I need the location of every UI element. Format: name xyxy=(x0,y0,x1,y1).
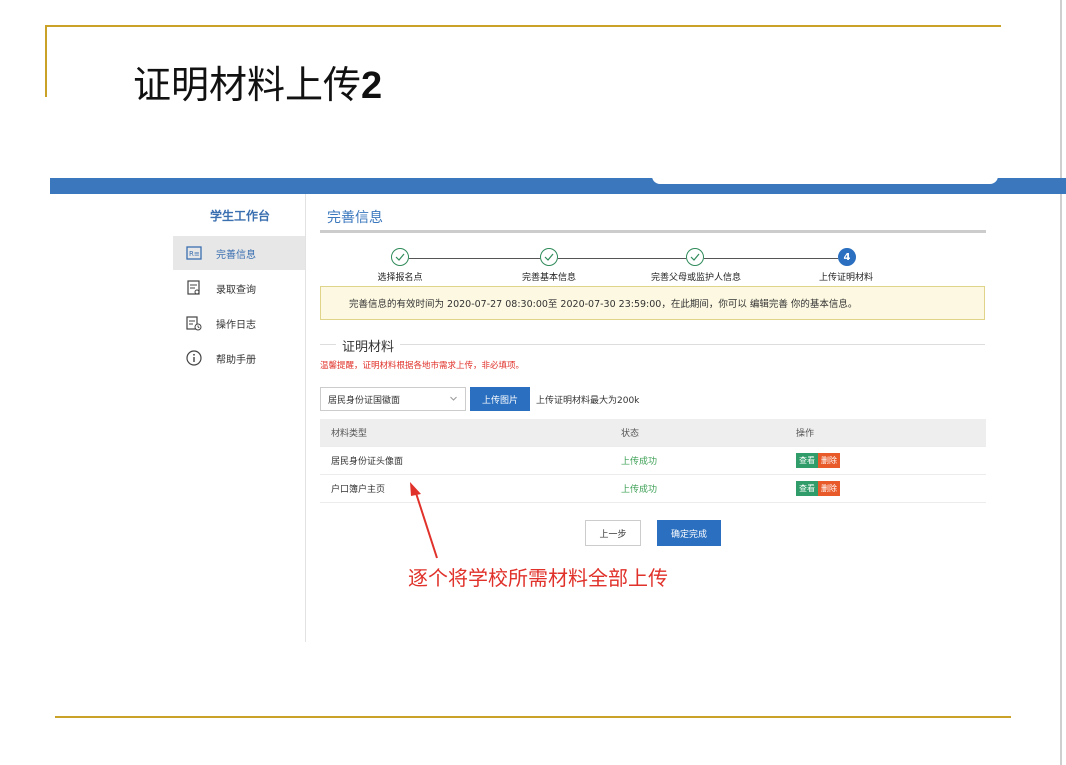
title-underline xyxy=(320,230,986,233)
material-type-select[interactable]: 居民身份证国徽面 xyxy=(320,387,466,411)
section-rule-right xyxy=(400,344,985,345)
top-bar-search-box[interactable] xyxy=(652,170,998,184)
delete-button[interactable]: 删除 xyxy=(818,481,840,496)
delete-button[interactable]: 删除 xyxy=(818,453,840,468)
cell-status: 上传成功 xyxy=(621,457,658,467)
cell-material-type: 居民身份证头像面 xyxy=(331,457,404,467)
sidebar-title: 学生工作台 xyxy=(210,209,271,223)
sidebar-divider xyxy=(305,194,306,642)
step-3-check-icon xyxy=(686,248,704,266)
step-2-check-icon xyxy=(540,248,558,266)
chevron-down-icon xyxy=(450,395,457,402)
sidebar-item-help-manual[interactable]: 帮助手册 xyxy=(173,341,305,375)
step-connector xyxy=(558,258,686,259)
info-circle-icon xyxy=(186,350,202,366)
step-connector xyxy=(409,258,540,259)
page-title: 完善信息 xyxy=(327,210,383,226)
section-title: 证明材料 xyxy=(342,340,395,355)
step-label-1: 选择报名点 xyxy=(377,273,423,283)
slide-left-rule xyxy=(45,25,47,97)
header-actions: 操作 xyxy=(796,429,815,439)
sidebar-item-operation-log[interactable]: 操作日志 xyxy=(173,306,305,340)
step-connector xyxy=(704,258,838,259)
section-rule-left xyxy=(320,344,336,345)
table-header-row: 材料类型 状态 操作 xyxy=(320,419,986,447)
reminder-tip: 温馨提醒，证明材料根据各地市需求上传，非必填项。 xyxy=(320,361,525,371)
step-label-4: 上传证明材料 xyxy=(818,273,874,283)
annotation-text: 逐个将学校所需材料全部上传 xyxy=(408,566,668,590)
upload-image-button[interactable]: 上传图片 xyxy=(470,387,530,411)
slide-title: 证明材料上传2 xyxy=(133,63,383,107)
step-1-check-icon xyxy=(391,248,409,266)
confirm-complete-button[interactable]: 确定完成 xyxy=(657,520,721,546)
notice-text: 完善信息的有效时间为 2020-07-27 08:30:00至 2020-07-… xyxy=(349,299,858,310)
slide-top-rule xyxy=(45,25,1001,27)
select-value: 居民身份证国徽面 xyxy=(328,395,401,406)
sidebar-item-label: 录取查询 xyxy=(216,284,256,296)
view-button[interactable]: 查看 xyxy=(796,453,818,468)
sidebar-item-admission-query[interactable]: 录取查询 xyxy=(173,271,305,305)
table-row: 居民身份证头像面 上传成功 查看 删除 xyxy=(320,447,986,475)
header-status: 状态 xyxy=(621,429,640,439)
document-search-icon xyxy=(186,280,202,296)
step-4-current: 4 xyxy=(838,248,856,266)
sidebar-item-label: 完善信息 xyxy=(216,249,256,261)
upload-size-hint: 上传证明材料最大为200k xyxy=(536,396,640,406)
sidebar-item-label: 操作日志 xyxy=(216,319,256,331)
log-clock-icon xyxy=(186,315,202,331)
annotation-arrow-icon xyxy=(410,482,438,559)
slide-bottom-rule xyxy=(55,716,1011,718)
sidebar-item-complete-info[interactable]: R≡ 完善信息 xyxy=(173,236,305,270)
slide-right-border xyxy=(1060,0,1062,765)
cell-material-type: 户口簿户主页 xyxy=(331,485,386,495)
step-label-2: 完善基本信息 xyxy=(521,273,577,283)
validity-notice: 完善信息的有效时间为 2020-07-27 08:30:00至 2020-07-… xyxy=(320,286,985,320)
cell-status: 上传成功 xyxy=(621,485,658,495)
view-button[interactable]: 查看 xyxy=(796,481,818,496)
sidebar-item-label: 帮助手册 xyxy=(216,354,256,366)
id-card-icon: R≡ xyxy=(186,245,202,261)
header-material-type: 材料类型 xyxy=(331,429,368,439)
step-label-3: 完善父母或监护人信息 xyxy=(650,273,742,283)
svg-text:R≡: R≡ xyxy=(189,250,200,258)
previous-step-button[interactable]: 上一步 xyxy=(585,520,641,546)
